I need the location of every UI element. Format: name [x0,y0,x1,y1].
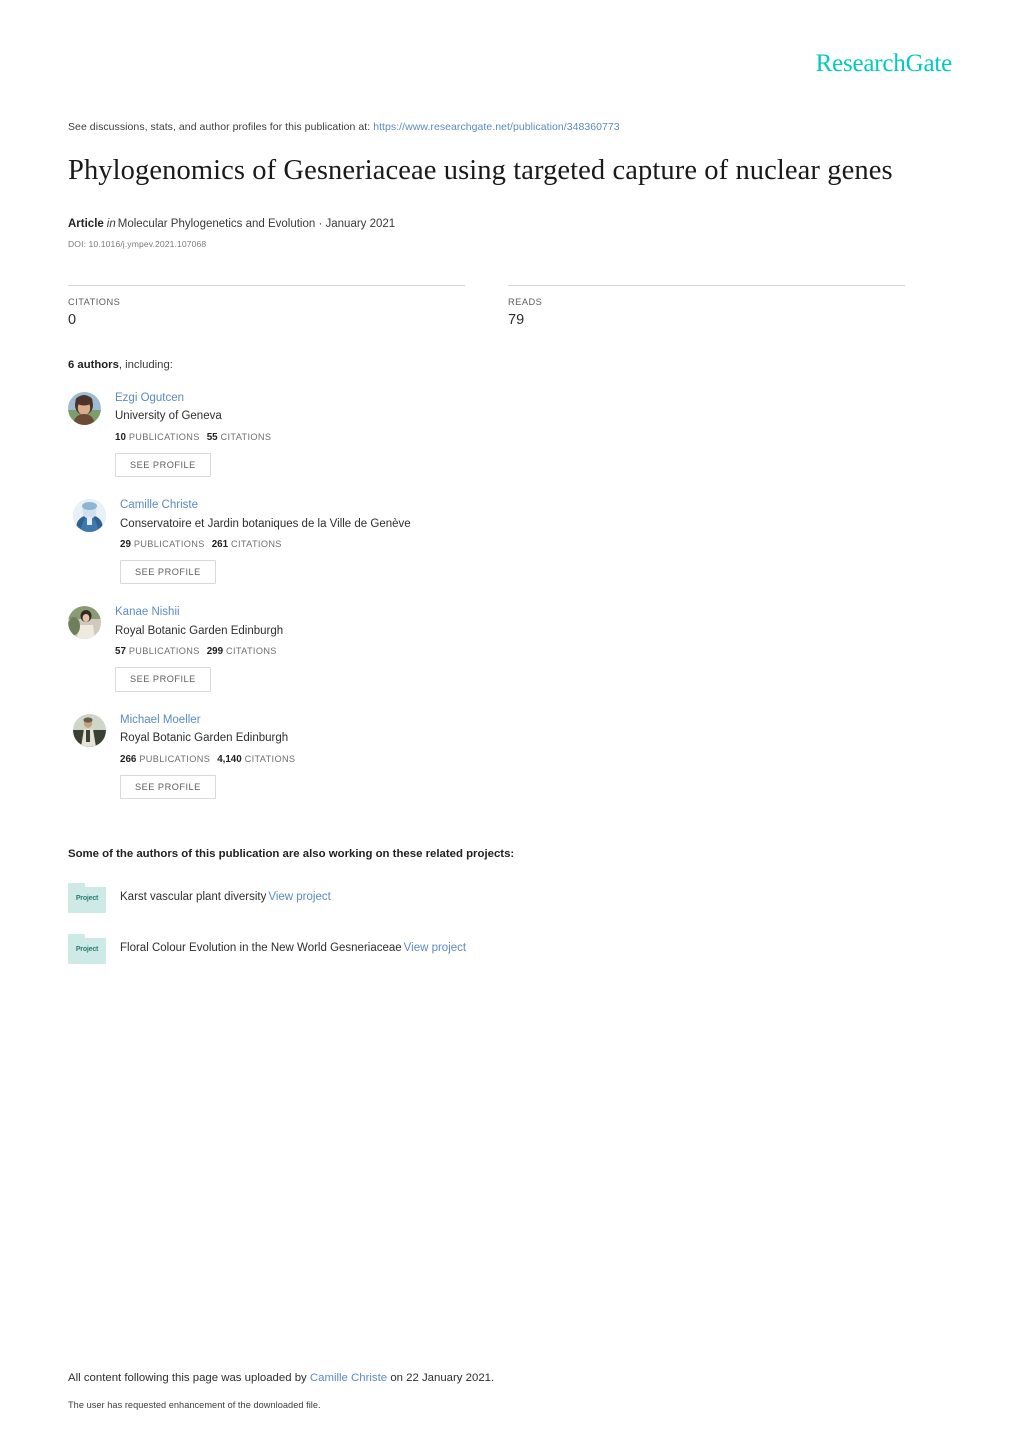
author-publications-count: 10 [115,431,126,443]
project-title: Karst vascular plant diversity [120,891,267,904]
project-folder-icon: Project [68,933,106,964]
reads-stat: READS 79 [508,284,905,329]
author-affiliation: Royal Botanic Garden Edinburgh [115,624,284,637]
see-profile-button[interactable]: SEE PROFILE [120,560,216,585]
project-icon-label: Project [75,945,99,953]
author-publications-label: PUBLICATIONS [128,646,200,657]
brand-header: ResearchGate [68,0,953,82]
project-folder-icon: Project [68,882,106,913]
authors-count: 6 authors [68,358,119,371]
author-publications-count: 57 [115,646,126,658]
author-info: Ezgi Ogutcen University of Geneva 10 PUB… [115,390,271,478]
author-info: Camille Christe Conservatoire et Jardin … [120,497,411,585]
upload-suffix: on 22 January 2021. [390,1372,495,1384]
author-citations-label: CITATIONS [220,431,272,442]
reads-value: 79 [508,311,525,328]
author-publications-count: 29 [120,539,131,551]
author-stats: 266 PUBLICATIONS 4,140 CITATIONS [120,754,295,765]
article-doi: DOI: 10.1016/j.ympev.2021.107068 [68,238,207,249]
avatar[interactable] [73,499,106,533]
author-citations-count: 299 [206,646,224,658]
citations-divider [68,284,465,286]
author-publications-label: PUBLICATIONS [139,753,211,764]
author-publications-count: 266 [120,753,137,765]
view-project-link[interactable]: View project [268,891,330,903]
author-publications-label: PUBLICATIONS [128,431,200,442]
author-card: Ezgi Ogutcen University of Geneva 10 PUB… [68,390,508,478]
see-profile-button[interactable]: SEE PROFILE [115,452,211,478]
author-name-link[interactable]: Ezgi Ogutcen [115,391,271,407]
author-affiliation: Royal Botanic Garden Edinburgh [120,732,289,745]
author-info: Kanae Nishii Royal Botanic Garden Edinbu… [115,604,284,692]
upload-note: All content following this page was uplo… [68,1371,952,1387]
author-citations-count: 4,140 [217,753,242,765]
see-profile-button[interactable]: SEE PROFILE [120,774,216,799]
author-card: Michael Moeller Royal Botanic Garden Edi… [73,712,513,799]
project-text: Karst vascular plant diversity View proje… [120,890,331,906]
author-name-link[interactable]: Michael Moeller [120,713,295,729]
reads-divider [508,284,905,286]
related-projects-heading: Some of the authors of this publication … [68,847,515,860]
publication-url-link[interactable]: https://www.researchgate.net/publication… [373,121,620,133]
author-citations-label: CITATIONS [226,646,277,657]
related-projects-list: Project Karst vascular plant diversity Vi… [68,881,952,966]
authors-grid: Ezgi Ogutcen University of Geneva 10 PUB… [68,390,952,819]
author-citations-label: CITATIONS [244,753,296,764]
author-info: Michael Moeller Royal Botanic Garden Edi… [120,712,295,799]
project-item: Project Karst vascular plant diversity Vi… [68,881,952,915]
author-stats: 29 PUBLICATIONS 261 CITATIONS [120,539,411,550]
authors-count-suffix: , including: [118,358,173,371]
upload-prefix: All content following this page was uplo… [68,1372,307,1384]
avatar[interactable] [73,713,106,747]
author-stats: 57 PUBLICATIONS 299 CITATIONS [115,646,283,657]
page-title: Phylogenomics of Gesneriaceae using targ… [68,154,893,186]
project-text: Floral Colour Evolution in the New World… [120,941,466,957]
researchgate-logo[interactable]: ResearchGate [816,51,953,76]
author-citations-count: 55 [206,431,218,443]
author-card: Kanae Nishii Royal Botanic Garden Edinbu… [68,604,508,692]
enhancement-note: The user has requested enhancement of th… [68,1399,321,1410]
project-title: Floral Colour Evolution in the New World… [120,942,402,955]
author-affiliation: University of Geneva [115,410,222,423]
article-type-label: Article [68,218,104,231]
authors-heading: 6 authors, including: [68,359,952,371]
article-meta: Article in Molecular Phylogenetics and Evo… [68,216,952,232]
researchgate-cover-page: ResearchGate See discussions, stats, and… [0,0,1020,1441]
citations-stat: CITATIONS 0 [68,284,465,329]
citations-value: 0 [68,311,77,328]
stats-row: CITATIONS 0 READS 79 [68,284,952,329]
reads-label: READS [508,296,543,307]
author-citations-label: CITATIONS [231,539,282,550]
article-in-label: in [106,218,116,231]
article-venue: Molecular Phylogenetics and Evolution · … [117,218,396,231]
author-name-link[interactable]: Camille Christe [120,498,411,514]
footer: All content following this page was uplo… [68,1371,952,1410]
project-item: Project Floral Colour Evolution in the N… [68,932,952,966]
author-publications-label: PUBLICATIONS [133,539,205,550]
author-name-link[interactable]: Kanae Nishii [115,605,283,621]
avatar[interactable] [68,606,101,640]
author-card: Camille Christe Conservatoire et Jardin … [73,497,513,585]
project-icon-label: Project [75,894,99,902]
uploader-link[interactable]: Camille Christe [310,1372,387,1384]
view-project-link[interactable]: View project [404,942,466,954]
discussions-line: See discussions, stats, and author profi… [68,121,952,135]
see-profile-button[interactable]: SEE PROFILE [115,667,211,692]
citations-label: CITATIONS [68,296,121,307]
author-stats: 10 PUBLICATIONS 55 CITATIONS [115,432,271,443]
avatar[interactable] [68,391,101,425]
author-affiliation: Conservatoire et Jardin botaniques de la… [120,517,411,530]
discussions-prefix-text: See discussions, stats, and author profi… [68,121,371,133]
author-citations-count: 261 [211,539,229,551]
